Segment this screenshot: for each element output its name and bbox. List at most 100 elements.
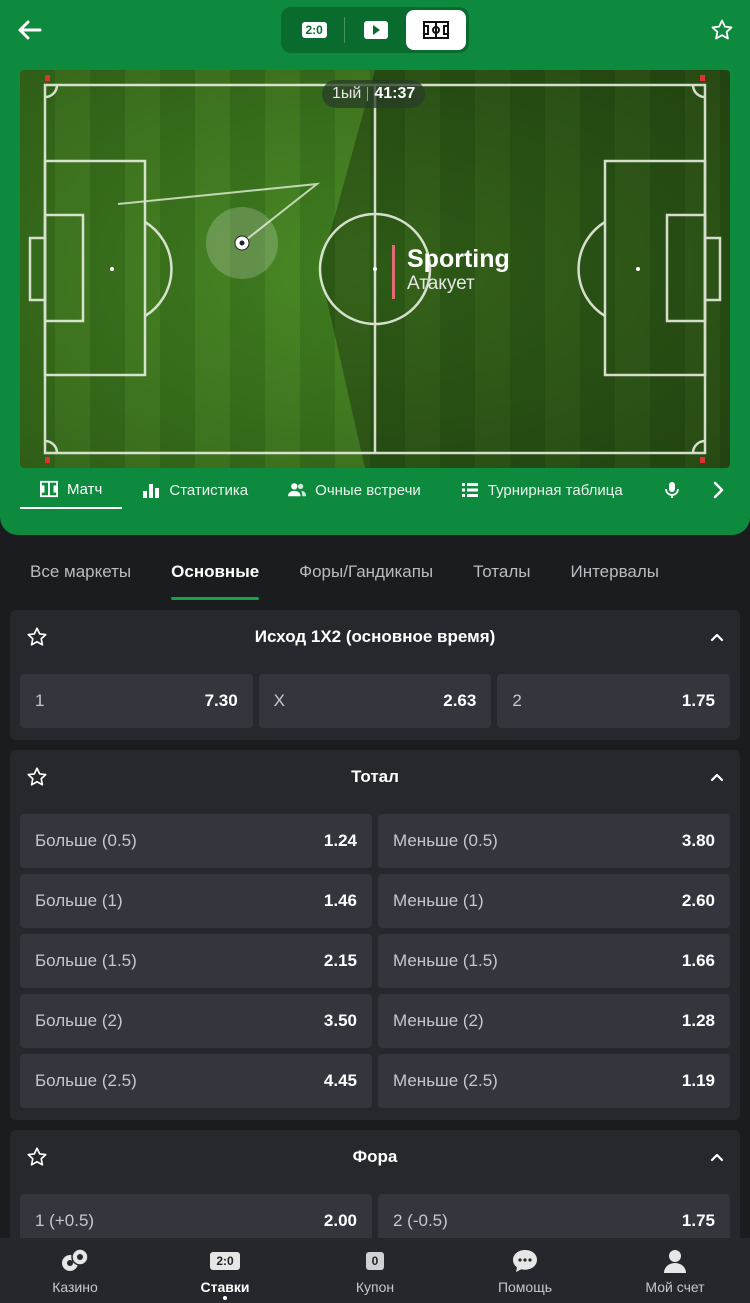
odd-value: 1.46 [323, 891, 357, 910]
tab-label: Очные встречи [315, 481, 421, 499]
pitch-view-button[interactable] [405, 10, 467, 50]
odd-button[interactable]: 2 1.75 [497, 674, 731, 728]
star-icon[interactable] [26, 626, 48, 648]
odds-row: Больше (1.5) 2.15 Меньше (1.5) 1.66 [10, 934, 740, 988]
market-header[interactable]: Исход 1X2 (основное время) [10, 610, 740, 664]
tab-standings[interactable]: Турнирная таблица [441, 471, 643, 509]
odd-value: 3.80 [681, 831, 715, 850]
play-icon [363, 21, 388, 39]
chevron-up-icon[interactable] [710, 1150, 724, 1164]
odd-value: 3.50 [323, 1011, 357, 1030]
chevron-right-icon[interactable] [706, 478, 732, 502]
odd-label: Меньше (1.5) [393, 951, 498, 970]
attacking-team: Sporting [407, 245, 510, 273]
odd-value: 2.63 [443, 691, 477, 710]
odd-button[interactable]: Больше (0.5) 1.24 [20, 814, 372, 868]
odd-value: 1.75 [681, 691, 716, 710]
odd-button[interactable]: Меньше (0.5) 3.80 [378, 814, 730, 868]
odds-row: Больше (2.5) 4.45 Меньше (2.5) 1.19 [10, 1054, 740, 1108]
period-label: 1ый [332, 85, 362, 102]
video-view-button[interactable] [345, 10, 405, 50]
odd-label: 2 [512, 691, 522, 710]
odd-button[interactable]: Меньше (2.5) 1.19 [378, 1054, 730, 1108]
tab-main[interactable]: Основные [151, 548, 279, 600]
bets-badge: 2:0 [210, 1252, 240, 1270]
odd-button[interactable]: Больше (2.5) 4.45 [20, 1054, 372, 1108]
star-icon[interactable] [26, 1146, 48, 1168]
nav-account[interactable]: Мой счет [600, 1238, 750, 1303]
odd-label: Меньше (2.5) [393, 1071, 498, 1090]
market-header[interactable]: Тотал [10, 750, 740, 804]
market-1x2: Исход 1X2 (основное время) 1 7.30 X 2.63 2… [10, 610, 740, 740]
odds-row: 1 7.30 X 2.63 2 1.75 [10, 674, 740, 728]
odd-value: 4.45 [323, 1071, 357, 1090]
pitch-icon [422, 21, 449, 39]
tab-all-markets[interactable]: Все маркеты [0, 548, 151, 600]
odd-button[interactable]: Меньше (1) 2.60 [378, 874, 730, 928]
odd-label: 2 (-0.5) [393, 1211, 448, 1230]
star-icon[interactable] [26, 766, 48, 788]
chevron-up-icon[interactable] [710, 630, 724, 644]
odd-label: Больше (2) [35, 1011, 123, 1030]
match-timer: 1ый 41:37 [322, 80, 426, 108]
odd-label: Больше (0.5) [35, 831, 137, 850]
odd-label: 1 (+0.5) [35, 1211, 95, 1230]
view-switcher: 2:0 [281, 7, 469, 53]
odd-button[interactable]: Меньше (1.5) 1.66 [378, 934, 730, 988]
chevron-up-icon[interactable] [710, 770, 724, 784]
odd-button[interactable]: Больше (1) 1.46 [20, 874, 372, 928]
tab-label: Матч [67, 480, 103, 498]
nav-label: Мой счет [645, 1279, 705, 1295]
odd-value: 2.60 [681, 891, 715, 910]
back-arrow-icon[interactable] [14, 14, 46, 46]
odd-label: Меньше (0.5) [393, 831, 498, 850]
odd-button[interactable]: 1 7.30 [20, 674, 253, 728]
odd-button[interactable]: Больше (2) 3.50 [20, 994, 372, 1048]
odd-label: Больше (2.5) [35, 1071, 137, 1090]
score-view-button[interactable]: 2:0 [284, 10, 344, 50]
tab-head-to-head[interactable]: Очные встречи [268, 471, 441, 509]
match-tabs: Матч Статистика Очные встречи Турнирная … [20, 470, 701, 510]
odd-label: X [273, 691, 286, 710]
odd-value: 1.28 [681, 1011, 715, 1030]
odd-label: Меньше (1) [393, 891, 484, 910]
market-total: Тотал Больше (0.5) 1.24 Меньше (0.5) 3.80 … [10, 750, 740, 1120]
nav-bets[interactable]: 2:0 Ставки [150, 1238, 300, 1303]
market-header[interactable]: Фора [10, 1130, 740, 1184]
tab-label: Статистика [169, 481, 249, 499]
pitch-visualization [20, 70, 730, 468]
tab-commentary[interactable] [643, 471, 701, 509]
odds-row: Больше (1) 1.46 Меньше (1) 2.60 [10, 874, 740, 928]
bar-chart-icon [143, 484, 160, 498]
tab-match[interactable]: Матч [20, 471, 123, 509]
odds-row: Больше (2) 3.50 Меньше (2) 1.28 [10, 994, 740, 1048]
score-chip: 2:0 [301, 22, 327, 38]
tab-totals[interactable]: Тоталы [453, 548, 550, 600]
odd-button[interactable]: X 2.63 [258, 674, 492, 728]
odd-label: Меньше (2) [393, 1011, 484, 1030]
pitch-icon [40, 480, 58, 498]
attack-marker [392, 245, 395, 299]
tab-handicaps[interactable]: Форы/Гандикапы [279, 548, 453, 600]
favorite-star-icon[interactable] [710, 18, 734, 42]
odd-value: 1.66 [681, 951, 715, 970]
odd-button[interactable]: Меньше (2) 1.28 [378, 994, 730, 1048]
nav-label: Купон [355, 1279, 395, 1295]
coupon-count-badge: 0 [365, 1252, 385, 1270]
nav-help[interactable]: Помощь [450, 1238, 600, 1303]
odd-button[interactable]: Больше (1.5) 2.15 [20, 934, 372, 988]
user-icon [664, 1250, 686, 1273]
odd-label: Больше (1.5) [35, 951, 137, 970]
nav-coupon[interactable]: 0 Купон [300, 1238, 450, 1303]
odds-row: Больше (0.5) 1.24 Меньше (0.5) 3.80 [10, 814, 740, 868]
tab-label: Турнирная таблица [487, 481, 623, 499]
odd-value: 2.00 [323, 1211, 357, 1230]
odd-value: 2.15 [323, 951, 357, 970]
nav-casino[interactable]: Казино [0, 1238, 150, 1303]
people-icon [288, 483, 307, 497]
odd-value: 1.75 [681, 1211, 715, 1230]
attack-indicator: Sporting Атакует [392, 245, 510, 299]
tab-intervals[interactable]: Интервалы [550, 548, 679, 600]
odd-value: 7.30 [204, 691, 238, 710]
tab-statistics[interactable]: Статистика [122, 471, 268, 509]
